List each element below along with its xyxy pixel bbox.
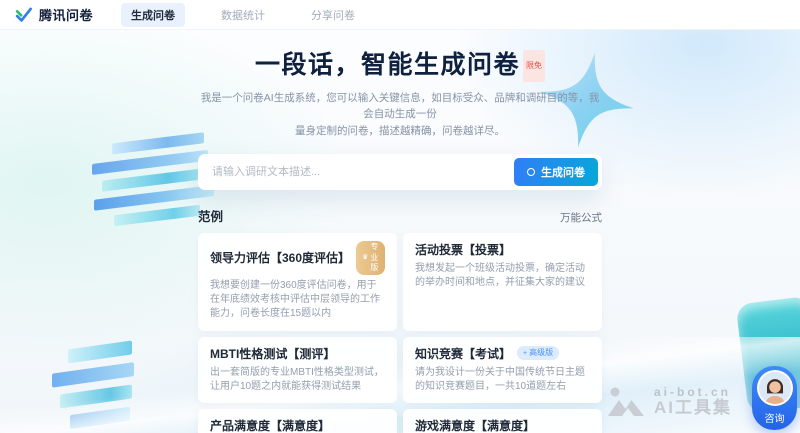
pro-version-badge: ♛专业版 bbox=[356, 241, 385, 275]
generate-survey-button[interactable]: 生成问卷 bbox=[514, 158, 598, 186]
page-subtitle: 我是一个问卷AI生成系统，您可以输入关键信息，如目标受众、品牌和调研目的等，我会… bbox=[198, 90, 602, 139]
crown-icon: ♛ bbox=[362, 254, 368, 261]
consult-label: 咨询 bbox=[765, 410, 785, 425]
advanced-version-badge: +高级版 bbox=[517, 346, 559, 359]
card-title: 知识竞赛【考试】 bbox=[415, 345, 511, 362]
page-title-text: 一段话，智能生成问卷 bbox=[255, 51, 520, 79]
tab-share-survey[interactable]: 分享问卷 bbox=[301, 3, 365, 27]
subtitle-line-1: 我是一个问卷AI生成系统，您可以输入关键信息，如目标受众、品牌和调研目的等，我会… bbox=[198, 90, 602, 123]
card-body: 出一套简版的专业MBTI性格类型测试，让用户10题之内就能获得测试结果 bbox=[210, 366, 385, 394]
survey-input-bar: 生成问卷 bbox=[198, 154, 602, 190]
example-card-product-satisfaction[interactable]: 产品满意度【满意度】 我要创建一份A产品的产品满意度问卷，了解用户对该产品的功能… bbox=[198, 409, 397, 433]
nav-tabs: 生成问卷 数据统计 分享问卷 bbox=[121, 3, 365, 27]
page-title: 一段话，智能生成问卷限免 bbox=[198, 50, 602, 82]
glass-cubes-decoration bbox=[52, 338, 147, 433]
examples-title: 范例 bbox=[198, 206, 223, 225]
consult-float-widget[interactable]: 咨询 bbox=[752, 366, 797, 430]
example-card-mbti-test[interactable]: MBTI性格测试【测评】 出一套简版的专业MBTI性格类型测试，让用户10题之内… bbox=[198, 337, 397, 403]
card-title: 活动投票【投票】 bbox=[415, 241, 511, 258]
limited-free-badge: 限免 bbox=[523, 50, 545, 82]
examples-header: 范例 万能公式 bbox=[198, 206, 602, 225]
card-title: 产品满意度【满意度】 bbox=[210, 417, 330, 433]
consultant-avatar bbox=[757, 370, 793, 406]
brand[interactable]: 腾讯问卷 bbox=[14, 5, 93, 24]
generate-circle-icon bbox=[527, 168, 535, 176]
survey-description-input[interactable] bbox=[198, 154, 514, 190]
example-card-activity-vote[interactable]: 活动投票【投票】 我想发起一个班级活动投票，确定活动的举办时间和地点，并征集大家… bbox=[403, 233, 602, 331]
example-card-game-satisfaction[interactable]: 游戏满意度【满意度】 我想要创建一份游戏的满意度问卷，希望了解玩家对该游戏的满意… bbox=[403, 409, 602, 433]
ai-bot-logo-icon bbox=[606, 385, 646, 419]
top-nav: 腾讯问卷 生成问卷 数据统计 分享问卷 bbox=[0, 0, 800, 30]
universal-formula-link[interactable]: 万能公式 bbox=[560, 210, 602, 225]
badge-label: 专业版 bbox=[370, 242, 379, 273]
main-content: 一段话，智能生成问卷限免 我是一个问卷AI生成系统，您可以输入关键信息，如目标受… bbox=[198, 30, 602, 433]
brand-name: 腾讯问卷 bbox=[39, 5, 93, 24]
badge-label: 高级版 bbox=[529, 348, 553, 358]
example-card-leadership[interactable]: 领导力评估【360度评估】 ♛专业版 我想要创建一份360度评估问卷，用于在年底… bbox=[198, 233, 397, 331]
plus-icon: + bbox=[523, 350, 527, 357]
card-body: 我想要创建一份360度评估问卷，用于在年底绩效考核中评估中层领导的工作能力，问卷… bbox=[210, 279, 385, 322]
generate-button-label: 生成问卷 bbox=[541, 164, 585, 180]
card-title: 游戏满意度【满意度】 bbox=[415, 417, 535, 433]
watermark-name: AI工具集 bbox=[654, 399, 732, 418]
page: 腾讯问卷 生成问卷 数据统计 分享问卷 一段话，智能生成问卷限免 我是一个问卷A… bbox=[0, 0, 800, 433]
subtitle-line-2: 量身定制的问卷，描述越精确，问卷越详尽。 bbox=[198, 123, 602, 139]
example-cards-grid: 领导力评估【360度评估】 ♛专业版 我想要创建一份360度评估问卷，用于在年底… bbox=[198, 233, 602, 433]
card-title: 领导力评估【360度评估】 bbox=[210, 249, 350, 266]
card-body: 我想发起一个班级活动投票，确定活动的举办时间和地点，并征集大家的建议 bbox=[415, 262, 590, 290]
tab-generate-survey[interactable]: 生成问卷 bbox=[121, 3, 185, 27]
watermark: ai-bot.cn AI工具集 bbox=[606, 385, 732, 419]
card-body: 请为我设计一份关于中国传统节日主题的知识竞赛题目，一共10道题左右 bbox=[415, 366, 590, 394]
tab-data-statistics[interactable]: 数据统计 bbox=[211, 3, 275, 27]
example-card-knowledge-quiz[interactable]: 知识竞赛【考试】 +高级版 请为我设计一份关于中国传统节日主题的知识竞赛题目，一… bbox=[403, 337, 602, 403]
brand-logo-icon bbox=[14, 5, 33, 24]
card-title: MBTI性格测试【测评】 bbox=[210, 345, 335, 362]
